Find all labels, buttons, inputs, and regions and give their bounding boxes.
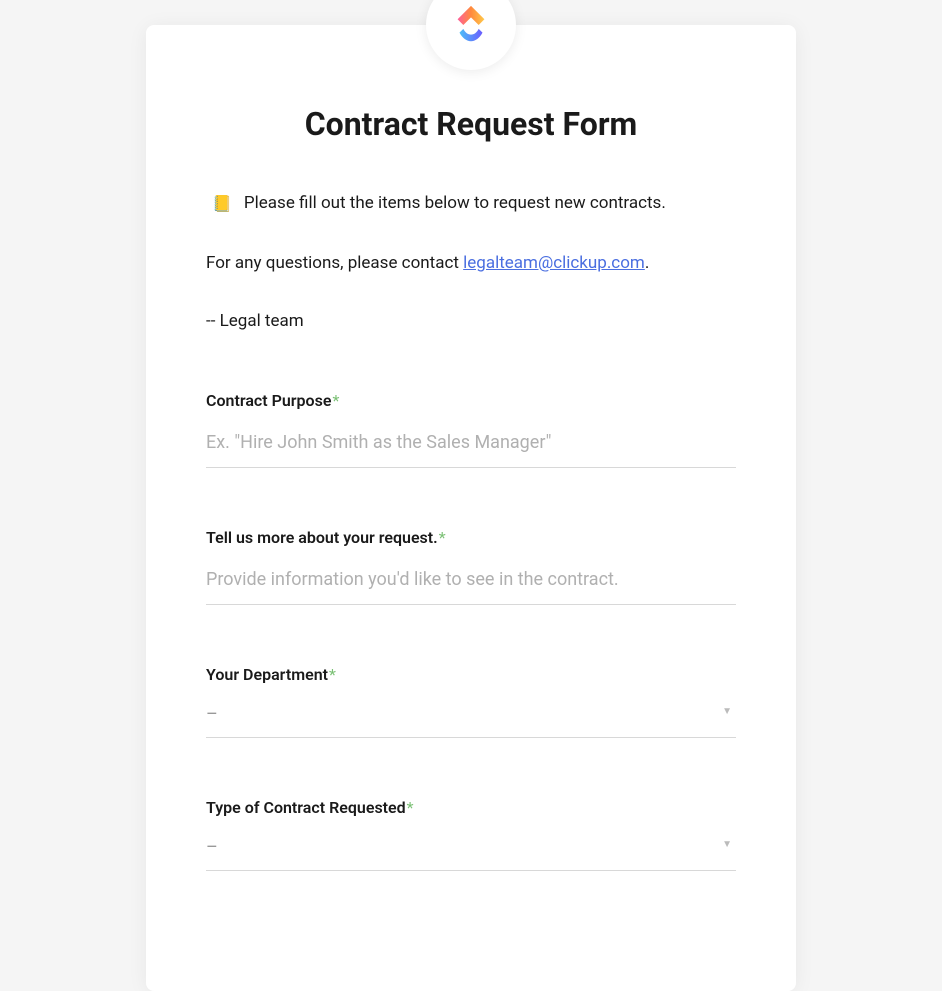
select-contract-type-value: –	[206, 837, 218, 858]
input-tell-us-more[interactable]	[206, 561, 736, 605]
select-department[interactable]: – ▼	[206, 698, 736, 738]
field-contract-purpose: Contract Purpose*	[206, 391, 736, 468]
logo-badge	[426, 0, 516, 70]
field-tell-us-more: Tell us more about your request.*	[206, 528, 736, 605]
label-department: Your Department*	[206, 665, 736, 684]
select-department-value: –	[206, 704, 218, 725]
intro-contact-prefix: For any questions, please contact	[206, 253, 463, 273]
intro-contact-suffix: .	[645, 253, 649, 273]
label-tell-us-more: Tell us more about your request.*	[206, 528, 736, 547]
required-marker: *	[332, 391, 339, 410]
intro-block: 📒 Please fill out the items below to req…	[206, 193, 736, 331]
intro-signature: -- Legal team	[206, 311, 736, 331]
chevron-down-icon: ▼	[722, 839, 732, 850]
chevron-down-icon: ▼	[722, 706, 732, 717]
required-marker: *	[329, 665, 336, 684]
intro-instruction: 📒 Please fill out the items below to req…	[206, 193, 736, 213]
label-contract-type: Type of Contract Requested*	[206, 798, 736, 817]
required-marker: *	[407, 798, 414, 817]
intro-contact: For any questions, please contact legalt…	[206, 253, 736, 273]
input-contract-purpose[interactable]	[206, 424, 736, 468]
form-card: Contract Request Form 📒 Please fill out …	[146, 25, 796, 991]
required-marker: *	[439, 528, 446, 547]
select-contract-type[interactable]: – ▼	[206, 831, 736, 871]
label-department-text: Your Department	[206, 665, 328, 684]
notepad-icon: 📒	[212, 194, 232, 213]
label-contract-type-text: Type of Contract Requested	[206, 798, 406, 817]
label-contract-purpose-text: Contract Purpose	[206, 391, 331, 410]
form-title: Contract Request Form	[206, 105, 736, 143]
clickup-logo-icon	[448, 2, 494, 48]
field-contract-type: Type of Contract Requested* – ▼	[206, 798, 736, 871]
intro-instruction-text: Please fill out the items below to reque…	[244, 193, 666, 213]
label-contract-purpose: Contract Purpose*	[206, 391, 736, 410]
label-tell-us-more-text: Tell us more about your request.	[206, 528, 438, 547]
contact-email-link[interactable]: legalteam@clickup.com	[463, 253, 645, 273]
field-department: Your Department* – ▼	[206, 665, 736, 738]
